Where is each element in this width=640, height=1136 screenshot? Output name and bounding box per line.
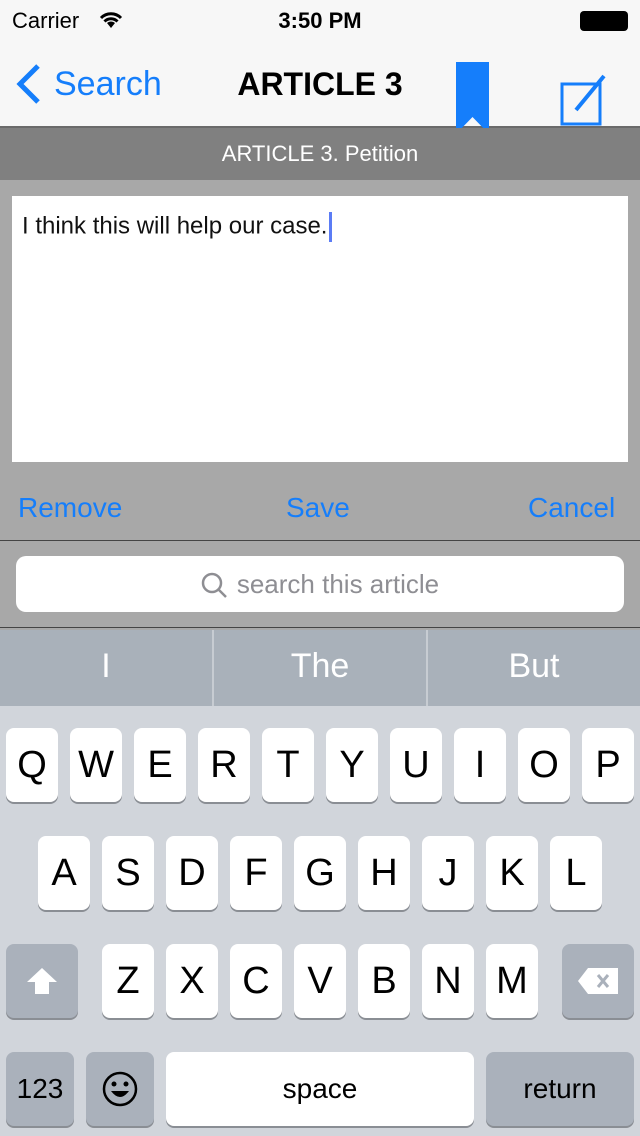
suggestion-item[interactable]: The [214, 630, 428, 706]
numbers-key[interactable]: 123 [6, 1052, 74, 1126]
key-h[interactable]: H [358, 836, 410, 910]
back-button[interactable]: Search [14, 62, 162, 106]
key-i[interactable]: I [454, 728, 506, 802]
battery-icon [580, 11, 628, 31]
compose-icon[interactable] [560, 70, 610, 128]
backspace-icon [578, 968, 618, 994]
key-z[interactable]: Z [102, 944, 154, 1018]
cancel-button[interactable]: Cancel [528, 492, 615, 524]
bookmark-icon[interactable] [456, 62, 490, 134]
key-w[interactable]: W [70, 728, 122, 802]
shift-icon [27, 968, 57, 994]
delete-key[interactable] [562, 944, 634, 1018]
key-v[interactable]: V [294, 944, 346, 1018]
emoji-icon [102, 1071, 138, 1107]
suggestion-bar: I The But [0, 630, 640, 706]
search-placeholder: search this article [236, 569, 440, 599]
return-key[interactable]: return [486, 1052, 634, 1126]
space-key[interactable]: space [166, 1052, 474, 1126]
navigation-bar: Search ARTICLE 3 [0, 40, 640, 134]
key-j[interactable]: J [422, 836, 474, 910]
key-t[interactable]: T [262, 728, 314, 802]
key-m[interactable]: M [486, 944, 538, 1018]
search-icon [201, 572, 227, 599]
key-x[interactable]: X [166, 944, 218, 1018]
key-g[interactable]: G [294, 836, 346, 910]
key-r[interactable]: R [198, 728, 250, 802]
chevron-left-icon [16, 64, 40, 104]
key-p[interactable]: P [582, 728, 634, 802]
key-b[interactable]: B [358, 944, 410, 1018]
emoji-key[interactable] [86, 1052, 154, 1126]
remove-button[interactable]: Remove [18, 492, 122, 524]
key-a[interactable]: A [38, 836, 90, 910]
key-s[interactable]: S [102, 836, 154, 910]
shift-key[interactable] [6, 944, 78, 1018]
key-u[interactable]: U [390, 728, 442, 802]
note-text: I think this will help our case. [22, 212, 328, 240]
note-textarea[interactable]: I think this will help our case. [12, 196, 628, 462]
key-q[interactable]: Q [6, 728, 58, 802]
clock: 3:50 PM [278, 8, 362, 33]
divider [0, 627, 640, 628]
key-y[interactable]: Y [326, 728, 378, 802]
key-l[interactable]: L [550, 836, 602, 910]
save-button[interactable]: Save [286, 492, 350, 524]
keyboard: QWERTYUIOP ASDFGHJKL ZXCVBNM 123 space ret… [0, 706, 640, 1136]
key-n[interactable]: N [422, 944, 474, 1018]
text-cursor [329, 212, 333, 242]
back-label: Search [54, 64, 162, 103]
section-title: ARTICLE 3. Petition [0, 128, 640, 180]
key-c[interactable]: C [230, 944, 282, 1018]
suggestion-item[interactable]: But [428, 630, 640, 706]
key-e[interactable]: E [134, 728, 186, 802]
search-input[interactable]: search this article [16, 556, 624, 612]
status-bar: Carrier 3:50 PM [0, 0, 640, 40]
key-o[interactable]: O [518, 728, 570, 802]
key-d[interactable]: D [166, 836, 218, 910]
divider [0, 540, 640, 541]
key-k[interactable]: K [486, 836, 538, 910]
key-f[interactable]: F [230, 836, 282, 910]
suggestion-item[interactable]: I [0, 630, 214, 706]
